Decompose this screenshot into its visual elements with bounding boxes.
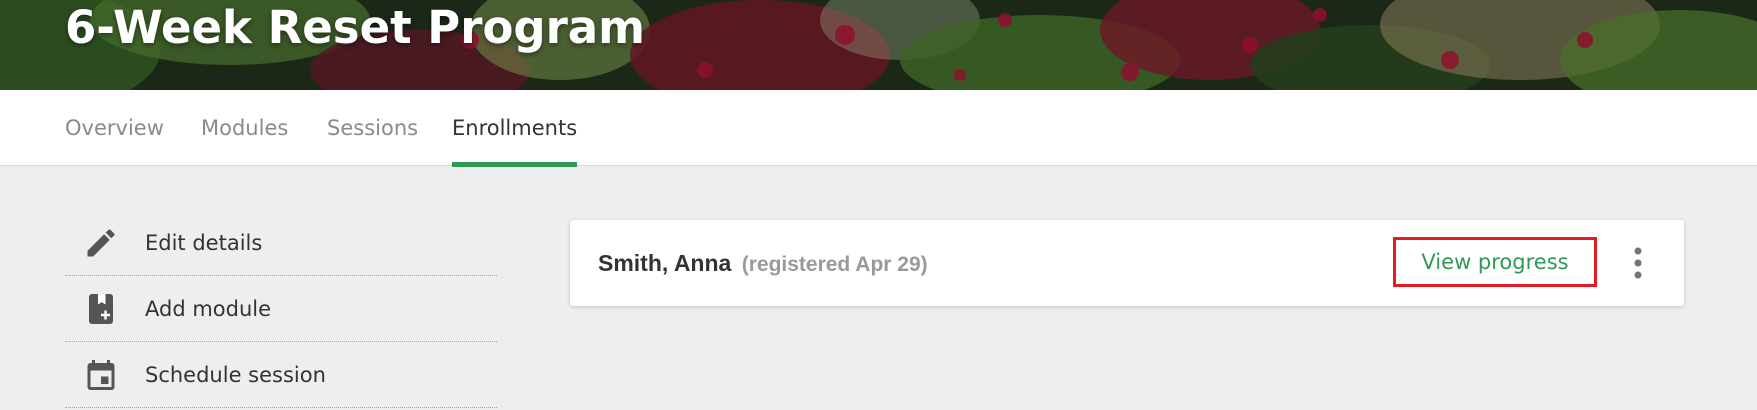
sidebar-item-label: Edit details <box>145 231 263 255</box>
sidebar-actions: Edit details Add module Schedule session <box>65 210 497 408</box>
sidebar-item-schedule-session[interactable]: Schedule session <box>65 342 497 408</box>
enrollee-entry: Smith, Anna (registered Apr 29) <box>598 220 928 308</box>
registration-date: (registered Apr 29) <box>741 253 928 276</box>
tab-overview[interactable]: Overview <box>65 90 164 166</box>
enrollment-card: Smith, Anna (registered Apr 29) View pro… <box>570 220 1684 306</box>
view-progress-button[interactable]: View progress <box>1393 237 1597 287</box>
tab-sessions[interactable]: Sessions <box>327 90 418 166</box>
more-vertical-icon[interactable] <box>1626 244 1650 282</box>
sidebar-item-add-module[interactable]: Add module <box>65 276 497 342</box>
sidebar-item-label: Schedule session <box>145 363 326 387</box>
pencil-icon <box>83 225 119 261</box>
tab-bar: Overview Modules Sessions Enrollments <box>0 90 1757 167</box>
calendar-icon <box>83 357 119 393</box>
tab-enrollments[interactable]: Enrollments <box>452 90 578 167</box>
sidebar-item-label: Add module <box>145 297 272 321</box>
header-banner: 6-Week Reset Program <box>0 0 1757 90</box>
enrollee-name: Smith, Anna <box>598 250 732 276</box>
add-module-icon <box>83 291 119 327</box>
page-title: 6-Week Reset Program <box>65 1 646 54</box>
tab-modules[interactable]: Modules <box>201 90 288 166</box>
sidebar-item-edit-details[interactable]: Edit details <box>65 210 497 276</box>
